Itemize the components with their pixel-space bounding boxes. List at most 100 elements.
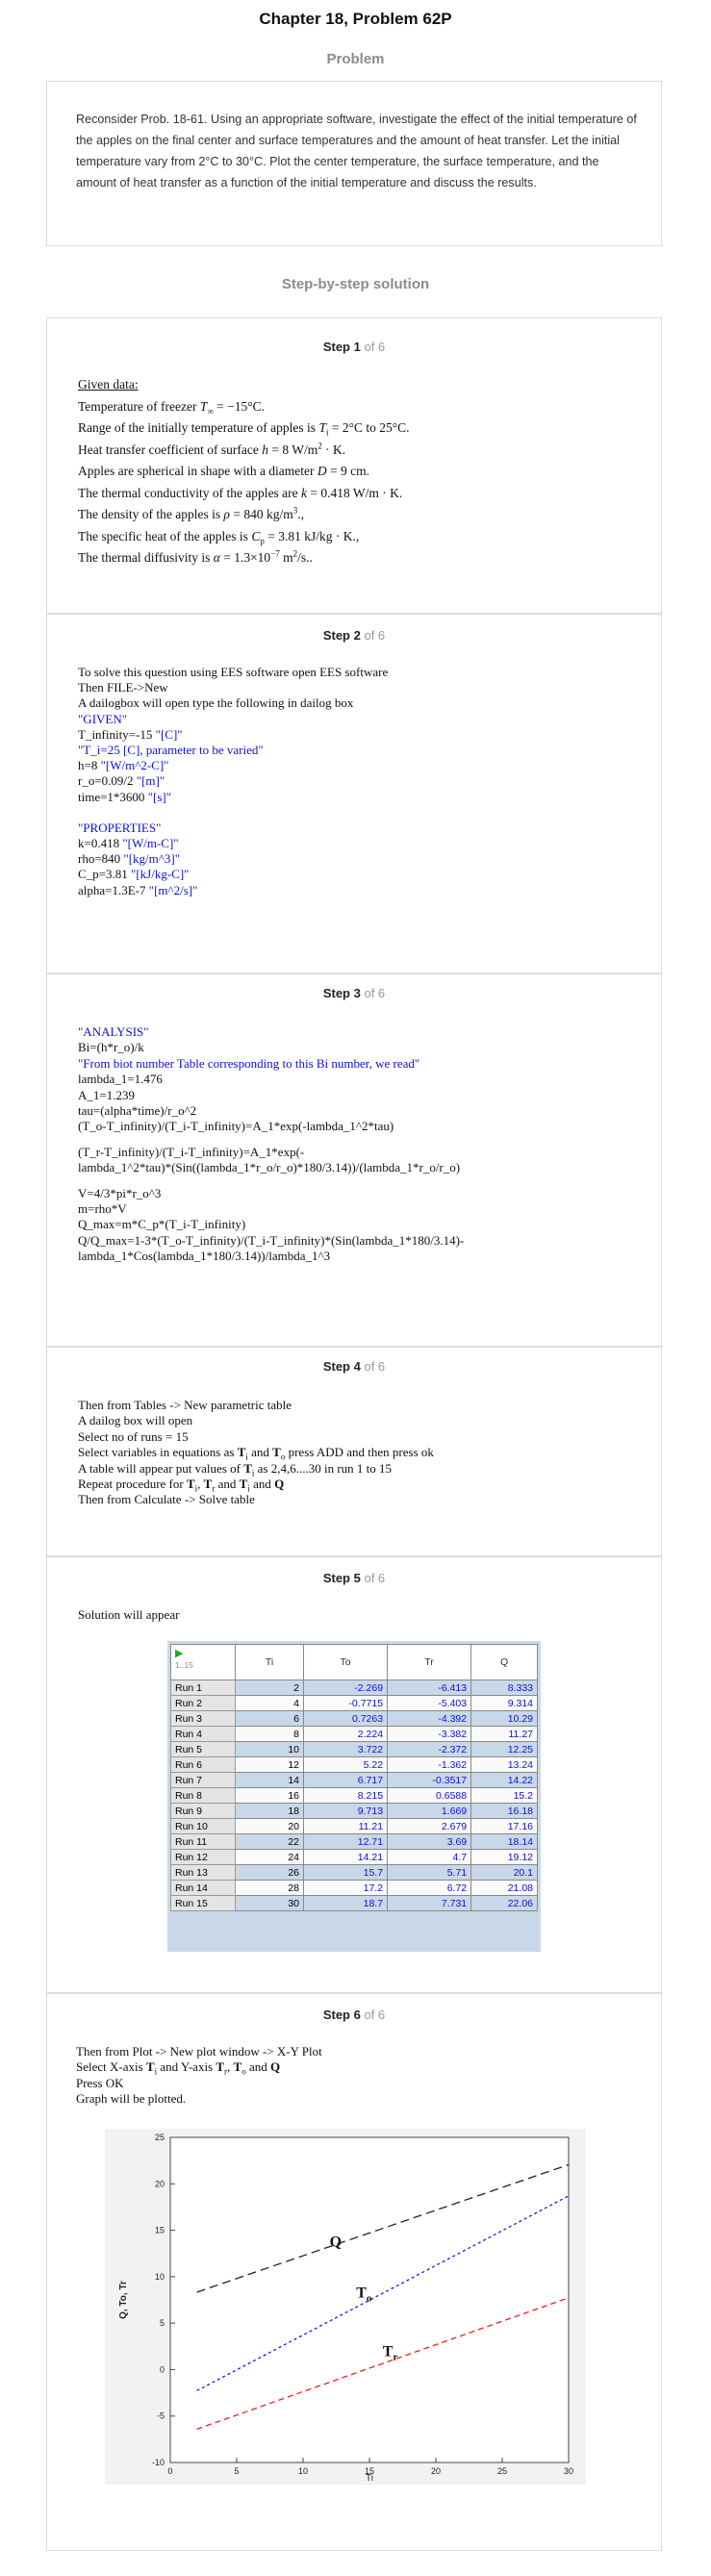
table-row[interactable]: Run 14 28 17.2 6.72 21.08 (170, 1880, 538, 1896)
cell-q[interactable]: 17.16 (470, 1818, 538, 1834)
cell-ti[interactable]: 10 (235, 1741, 304, 1757)
run-label[interactable]: Run 12 (170, 1849, 236, 1865)
cell-tr[interactable]: 7.731 (387, 1895, 472, 1911)
cell-ti[interactable]: 6 (235, 1710, 304, 1727)
cell-to[interactable]: 0.7263 (302, 1710, 389, 1727)
cell-q[interactable]: 9.314 (470, 1695, 538, 1711)
table-row[interactable]: Run 1 2 -2.269 -6.413 8.333 (170, 1679, 538, 1696)
table-row[interactable]: Run 5 10 3.722 -2.372 12.25 (170, 1741, 538, 1757)
cell-tr[interactable]: 4.7 (387, 1849, 472, 1865)
cell-tr[interactable]: 2.679 (387, 1818, 472, 1834)
table-row[interactable]: Run 9 18 9.713 1.669 16.18 (170, 1803, 538, 1819)
run-label[interactable]: Run 9 (170, 1803, 236, 1819)
cell-tr[interactable]: 0.6588 (387, 1787, 472, 1804)
cell-tr[interactable]: -5.403 (387, 1695, 472, 1711)
cell-to[interactable]: 5.22 (302, 1756, 389, 1773)
run-label[interactable]: Run 10 (170, 1818, 236, 1834)
run-label[interactable]: Run 4 (170, 1726, 236, 1742)
cell-tr[interactable]: 5.71 (387, 1864, 472, 1881)
cell-to[interactable]: -0.7715 (302, 1695, 389, 1711)
cell-q[interactable]: 18.14 (470, 1833, 538, 1850)
table-row[interactable]: Run 7 14 6.717 -0.3517 14.22 (170, 1772, 538, 1788)
table-row[interactable]: Run 3 6 0.7263 -4.392 10.29 (170, 1710, 538, 1727)
cell-ti[interactable]: 26 (235, 1864, 304, 1881)
run-label[interactable]: Run 13 (170, 1864, 236, 1881)
cell-ti[interactable]: 28 (235, 1880, 304, 1896)
cell-tr[interactable]: 6.72 (387, 1880, 472, 1896)
table-row[interactable]: Run 2 4 -0.7715 -5.403 9.314 (170, 1695, 538, 1711)
cell-ti[interactable]: 22 (235, 1833, 304, 1850)
cell-ti[interactable]: 30 (235, 1895, 304, 1911)
cell-q[interactable]: 12.25 (470, 1741, 538, 1757)
cell-q[interactable]: 8.333 (470, 1679, 538, 1696)
run-label[interactable]: Run 5 (170, 1741, 236, 1757)
cell-ti[interactable]: 18 (235, 1803, 304, 1819)
cell-to[interactable]: 3.722 (302, 1741, 389, 1757)
cell-tr[interactable]: -4.392 (387, 1710, 472, 1727)
cell-ti[interactable]: 8 (235, 1726, 304, 1742)
column-header-to[interactable]: To (302, 1644, 389, 1680)
cell-tr[interactable]: -0.3517 (387, 1772, 472, 1788)
cell-to[interactable]: 8.215 (302, 1787, 389, 1804)
x-tick-label: 25 (497, 2466, 507, 2476)
cell-ti[interactable]: 14 (235, 1772, 304, 1788)
cell-ti[interactable]: 24 (235, 1849, 304, 1865)
cell-tr[interactable]: -1.362 (387, 1756, 472, 1773)
cell-q[interactable]: 14.22 (470, 1772, 538, 1788)
cell-q[interactable]: 16.18 (470, 1803, 538, 1819)
run-label[interactable]: Run 8 (170, 1787, 236, 1804)
table-row[interactable]: Run 13 26 15.7 5.71 20.1 (170, 1864, 538, 1881)
cell-q[interactable]: 15.2 (470, 1787, 538, 1804)
code-line: alpha=1.3E-7 "[m^2/s]" (78, 882, 198, 897)
run-label[interactable]: Run 7 (170, 1772, 236, 1788)
run-label[interactable]: Run 1 (170, 1679, 236, 1696)
table-row[interactable]: Run 8 16 8.215 0.6588 15.2 (170, 1787, 538, 1804)
series-label-to-main: T (356, 2286, 367, 2302)
column-header-ti[interactable]: Ti (235, 1644, 304, 1680)
column-header-q[interactable]: Q (470, 1644, 538, 1680)
cell-ti[interactable]: 16 (235, 1787, 304, 1804)
run-label[interactable]: Run 15 (170, 1895, 236, 1911)
cell-q[interactable]: 19.12 (470, 1849, 538, 1865)
cell-to[interactable]: 2.224 (302, 1726, 389, 1742)
run-corner[interactable]: ▶ 1..15 (170, 1644, 236, 1680)
column-header-tr[interactable]: Tr (387, 1644, 472, 1680)
run-label[interactable]: Run 3 (170, 1710, 236, 1727)
play-icon[interactable]: ▶ (175, 1648, 183, 1659)
table-row[interactable]: Run 11 22 12.71 3.69 18.14 (170, 1833, 538, 1850)
run-label[interactable]: Run 11 (170, 1833, 236, 1850)
cell-tr[interactable]: -3.382 (387, 1726, 472, 1742)
run-label[interactable]: Run 2 (170, 1695, 236, 1711)
cell-to[interactable]: 6.717 (302, 1772, 389, 1788)
run-label[interactable]: Run 6 (170, 1756, 236, 1773)
cell-q[interactable]: 10.29 (470, 1710, 538, 1727)
cell-q[interactable]: 20.1 (470, 1864, 538, 1881)
table-row[interactable]: Run 4 8 2.224 -3.382 11.27 (170, 1726, 538, 1742)
table-row[interactable]: Run 10 20 11.21 2.679 17.16 (170, 1818, 538, 1834)
cell-q[interactable]: 11.27 (470, 1726, 538, 1742)
cell-to[interactable]: 9.713 (302, 1803, 389, 1819)
cell-to[interactable]: 11.21 (302, 1818, 389, 1834)
cell-ti[interactable]: 2 (235, 1679, 304, 1696)
table-header-row: ▶ 1..15 Ti To Tr Q (170, 1644, 538, 1680)
cell-ti[interactable]: 20 (235, 1818, 304, 1834)
table-row[interactable]: Run 15 30 18.7 7.731 22.06 (170, 1895, 538, 1911)
cell-q[interactable]: 22.06 (470, 1895, 538, 1911)
cell-to[interactable]: 12.71 (302, 1833, 389, 1850)
run-label[interactable]: Run 14 (170, 1880, 236, 1896)
table-row[interactable]: Run 6 12 5.22 -1.362 13.24 (170, 1756, 538, 1773)
cell-tr[interactable]: -2.372 (387, 1741, 472, 1757)
cell-to[interactable]: -2.269 (302, 1679, 389, 1696)
cell-ti[interactable]: 12 (235, 1756, 304, 1773)
cell-tr[interactable]: -6.413 (387, 1679, 472, 1696)
cell-tr[interactable]: 3.69 (387, 1833, 472, 1850)
cell-ti[interactable]: 4 (235, 1695, 304, 1711)
cell-to[interactable]: 14.21 (302, 1849, 389, 1865)
cell-q[interactable]: 13.24 (470, 1756, 538, 1773)
cell-q[interactable]: 21.08 (470, 1880, 538, 1896)
table-row[interactable]: Run 12 24 14.21 4.7 19.12 (170, 1849, 538, 1865)
cell-to[interactable]: 18.7 (302, 1895, 389, 1911)
cell-to[interactable]: 17.2 (302, 1880, 389, 1896)
cell-tr[interactable]: 1.669 (387, 1803, 472, 1819)
cell-to[interactable]: 15.7 (302, 1864, 389, 1881)
